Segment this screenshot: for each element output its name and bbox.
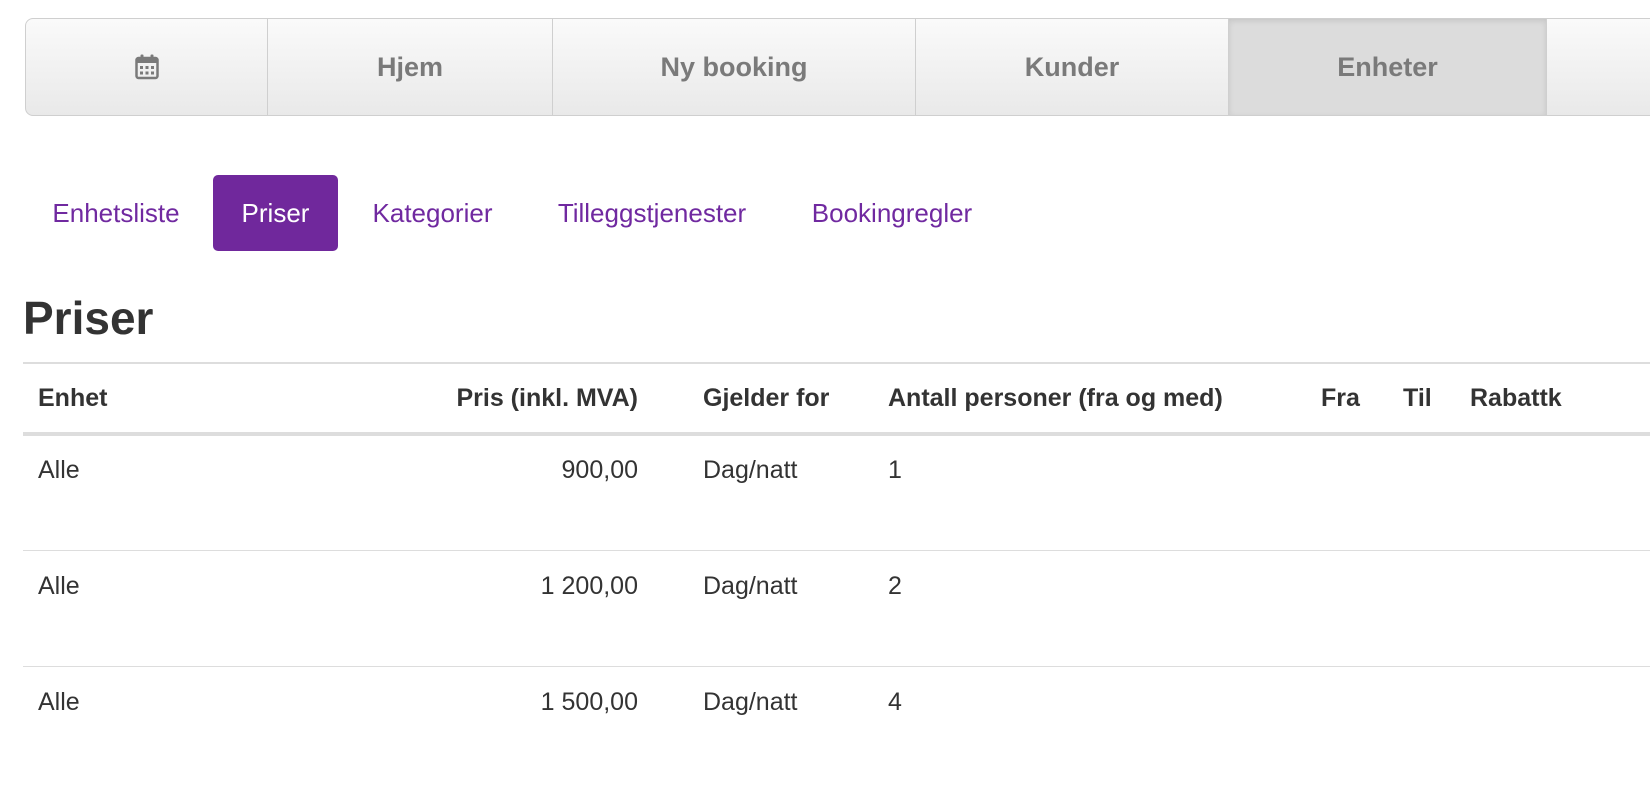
header-enhet: Enhet bbox=[38, 384, 108, 412]
cell-pris: 1 200,00 bbox=[540, 572, 638, 600]
tab-tilleggstjenester[interactable]: Tilleggstjenester bbox=[538, 175, 766, 251]
header-pris: Pris (inkl. MVA) bbox=[456, 384, 638, 412]
tab-enhetsliste[interactable]: Enhetsliste bbox=[34, 175, 198, 251]
cell-gjelder-for: Dag/natt bbox=[703, 688, 798, 716]
header-til: Til bbox=[1403, 384, 1432, 412]
tab-bookingregler[interactable]: Bookingregler bbox=[792, 175, 992, 251]
header-gjelder-for: Gjelder for bbox=[703, 384, 830, 412]
cell-antall-personer: 2 bbox=[888, 572, 902, 600]
cell-gjelder-for: Dag/natt bbox=[703, 572, 798, 600]
nav-enheter-label: Enheter bbox=[1337, 51, 1438, 82]
top-navigation: Hjem Ny booking Kunder Enheter bbox=[25, 18, 1650, 116]
nav-kunder-label: Kunder bbox=[1024, 51, 1120, 82]
nav-more[interactable] bbox=[1547, 19, 1650, 115]
nav-hjem-label: Hjem bbox=[376, 51, 444, 82]
nav-calendar-button[interactable] bbox=[26, 19, 268, 115]
cell-enhet: Alle bbox=[38, 572, 80, 600]
prices-table: Enhet Pris (inkl. MVA) Gjelder for Antal… bbox=[23, 362, 1650, 802]
tab-priser[interactable]: Priser bbox=[213, 175, 338, 251]
table-top-divider bbox=[23, 362, 1650, 364]
page-title: Priser bbox=[23, 292, 154, 344]
nav-kunder[interactable]: Kunder bbox=[916, 19, 1229, 115]
nav-enheter[interactable]: Enheter bbox=[1229, 19, 1547, 115]
cell-enhet: Alle bbox=[38, 456, 80, 484]
header-antall-personer: Antall personer (fra og med) bbox=[888, 384, 1223, 412]
calendar-icon bbox=[134, 54, 159, 80]
nav-ny-booking[interactable]: Ny booking bbox=[553, 19, 916, 115]
tab-kategorier[interactable]: Kategorier bbox=[354, 175, 511, 251]
cell-pris: 1 500,00 bbox=[540, 688, 638, 716]
tab-priser-label: Priser bbox=[241, 197, 310, 228]
page: Hjem Ny booking Kunder Enheter Enhetslis… bbox=[0, 0, 1650, 802]
cell-antall-personer: 4 bbox=[888, 688, 902, 716]
nav-ny-booking-label: Ny booking bbox=[660, 51, 808, 82]
cell-enhet: Alle bbox=[38, 688, 80, 716]
row-divider bbox=[23, 666, 1650, 667]
header-rabattkode: Rabattk bbox=[1470, 384, 1562, 412]
tab-enhetsliste-label: Enhetsliste bbox=[52, 197, 180, 228]
nav-hjem[interactable]: Hjem bbox=[268, 19, 553, 115]
tab-bookingregler-label: Bookingregler bbox=[811, 197, 973, 228]
cell-antall-personer: 1 bbox=[888, 456, 902, 484]
tab-tilleggstjenester-label: Tilleggstjenester bbox=[557, 197, 747, 228]
row-divider bbox=[23, 550, 1650, 551]
table-header-divider bbox=[23, 432, 1650, 436]
header-fra: Fra bbox=[1321, 384, 1360, 412]
cell-pris: 900,00 bbox=[561, 456, 638, 484]
tab-kategorier-label: Kategorier bbox=[372, 197, 493, 228]
cell-gjelder-for: Dag/natt bbox=[703, 456, 798, 484]
